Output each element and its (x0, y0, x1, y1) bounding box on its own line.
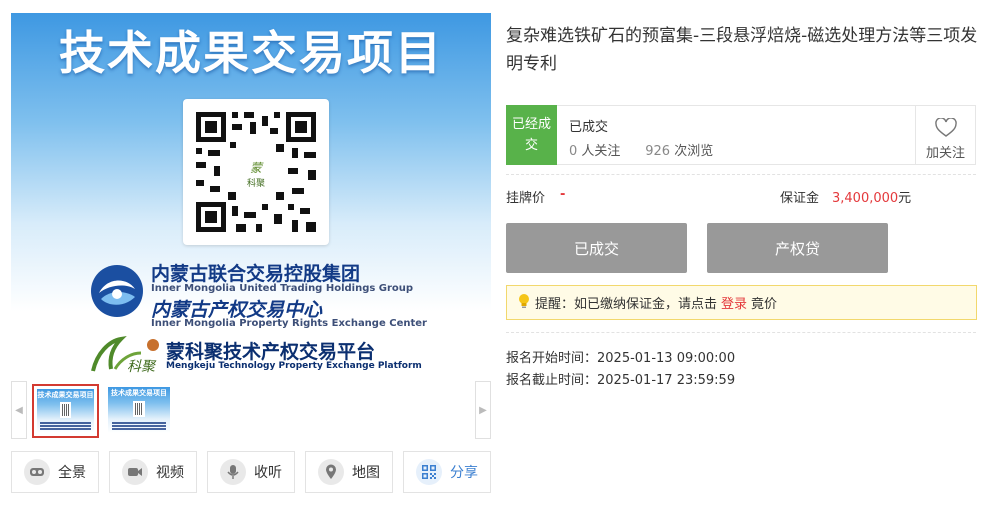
status-badge: 已经成交 (506, 105, 557, 165)
registration-end-time: 2025-01-17 23:59:59 (597, 373, 736, 388)
video-camera-icon (122, 459, 148, 485)
exchange-group-logo-icon (91, 265, 143, 317)
listen-button[interactable]: 收听 (207, 451, 295, 493)
deposit-value: 3,400,000元 (832, 187, 911, 206)
microphone-icon (220, 459, 246, 485)
thumbnail-image: 技术成果交易项目 (37, 389, 94, 433)
thumbnail-item-selected[interactable]: 技术成果交易项目 (32, 384, 99, 438)
platform-name-cn: 蒙科聚技术产权交易平台 (166, 341, 376, 363)
mengkeju-logo-icon: 科聚 (91, 335, 159, 375)
property-loan-button[interactable]: 产权贷 (707, 223, 888, 273)
login-link[interactable]: 登录 (721, 293, 747, 312)
chevron-right-icon: ▶ (479, 404, 487, 416)
follow-button[interactable]: 加关注 (915, 106, 975, 164)
thumbnail-title: 技术成果交易项目 (37, 391, 94, 399)
org-name-en: Inner Mongolia United Trading Holdings G… (151, 283, 414, 294)
views-count: 926 (645, 144, 671, 159)
thumbnail-image: 技术成果交易项目 (108, 387, 170, 433)
registration-start-row: 报名开始时间：2025-01-13 09:00:00 (506, 347, 735, 366)
thumbnail-strip: ◀ 技术成果交易项目 技术成果交易项目 ▶ (11, 381, 491, 439)
qr-code-icon: 蒙 科聚 (192, 108, 320, 236)
map-button[interactable]: 地图 (305, 451, 393, 493)
list-price-value: - (560, 187, 566, 202)
registration-end-label: 报名截止时间： (506, 373, 598, 388)
chevron-left-icon: ◀ (15, 404, 23, 416)
thumbnail-title: 技术成果交易项目 (111, 389, 167, 397)
status-text: 已成交 (569, 120, 609, 135)
vr-glasses-icon (24, 459, 50, 485)
qr-code-icon (416, 459, 442, 485)
video-label: 视频 (156, 465, 184, 481)
deposit-amount: 3,400,000 (832, 191, 899, 206)
video-button[interactable]: 视频 (109, 451, 197, 493)
map-label: 地图 (352, 465, 380, 481)
svg-text:科聚: 科聚 (127, 359, 157, 375)
main-project-image: 技术成果交易项目 蒙 科聚 内蒙古联合交易控股集团 Inner Mongolia… (11, 13, 491, 377)
listen-label: 收听 (254, 465, 282, 481)
thumbnail-org-text (111, 422, 167, 430)
followers-label: 人关注 (581, 144, 621, 159)
thumbnail-prev-button[interactable]: ◀ (11, 381, 27, 439)
deposit-unit: 元 (898, 191, 912, 206)
list-price-label: 挂牌价 (506, 191, 546, 206)
heart-icon (916, 117, 975, 142)
thumbnail-qr-icon (59, 402, 72, 418)
divider (506, 332, 976, 333)
org-name-cn: 内蒙古联合交易控股集团 (151, 263, 361, 285)
status-stats: 0 人关注 926 次浏览 (569, 140, 713, 159)
thumbnail-next-button[interactable]: ▶ (475, 381, 491, 439)
thumbnail-org-text (40, 422, 91, 430)
follow-label: 加关注 (925, 146, 965, 161)
map-pin-icon (318, 459, 344, 485)
share-label: 分享 (450, 465, 478, 481)
panorama-label: 全景 (58, 465, 86, 481)
svg-text:科聚: 科聚 (247, 177, 265, 189)
svg-text:蒙: 蒙 (250, 161, 264, 175)
qr-code-card: 蒙 科聚 (183, 99, 329, 245)
registration-start-time: 2025-01-13 09:00:00 (597, 351, 736, 366)
reminder-text: 提醒：如已缴纳保证金，请点击 (535, 297, 718, 312)
thumbnail-qr-icon (132, 400, 146, 417)
reminder-suffix: 竟价 (751, 297, 778, 312)
divider (506, 174, 976, 175)
lightbulb-icon (517, 293, 531, 313)
project-title: 复杂难选铁矿石的预富集-三段悬浮焙烧-磁选处理方法等三项发明专利 (506, 26, 978, 74)
deal-done-button[interactable]: 已成交 (506, 223, 687, 273)
platform-name-en: Mengkeju Technology Property Exchange Pl… (166, 361, 422, 371)
deposit-label: 保证金 (780, 191, 820, 206)
banner-title: 技术成果交易项目 (59, 26, 443, 80)
panorama-button[interactable]: 全景 (11, 451, 99, 493)
share-button[interactable]: 分享 (403, 451, 491, 493)
views-label: 次浏览 (674, 144, 714, 159)
registration-end-row: 报名截止时间：2025-01-17 23:59:59 (506, 369, 735, 388)
status-panel: 已经成交 已成交 0 人关注 926 次浏览 加关注 (506, 105, 976, 165)
center-name-en: Inner Mongolia Property Rights Exchange … (151, 318, 427, 329)
reminder-box: 提醒：如已缴纳保证金，请点击 登录 竟价 (506, 285, 977, 320)
registration-start-label: 报名开始时间： (506, 351, 598, 366)
thumbnail-item[interactable]: 技术成果交易项目 (108, 387, 170, 433)
followers-count: 0 (569, 144, 578, 159)
